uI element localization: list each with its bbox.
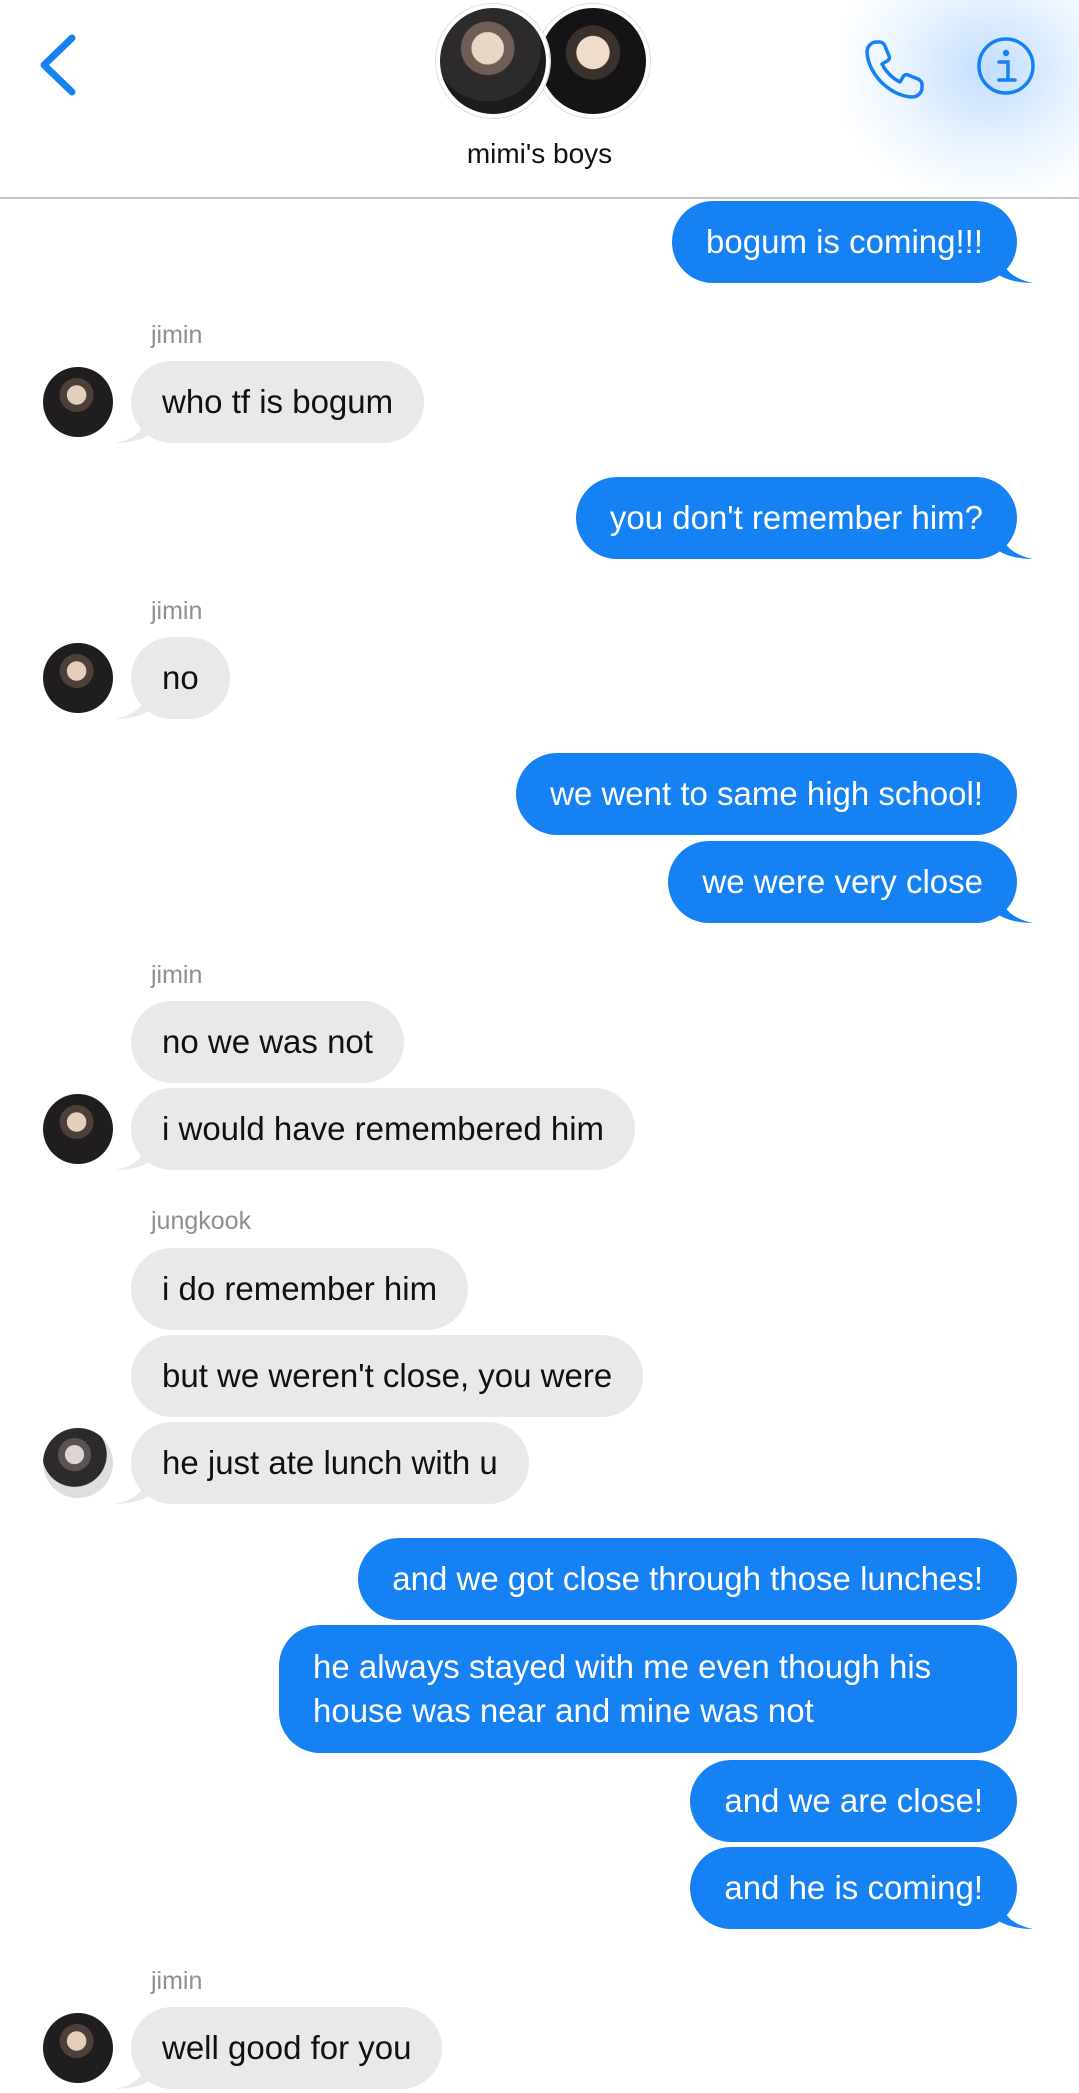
bubble-tail: [115, 409, 149, 443]
sender-avatar[interactable]: [43, 2013, 113, 2083]
group-avatar[interactable]: [436, 2, 650, 118]
sent-message-bubble[interactable]: and he is coming!: [690, 1847, 1017, 1929]
info-button[interactable]: [976, 36, 1036, 96]
bubble-tail: [999, 249, 1033, 283]
bubble-tail: [999, 1895, 1033, 1929]
sent-message-bubble[interactable]: bogum is coming!!!: [672, 201, 1017, 283]
received-message-bubble[interactable]: well good for you: [131, 2007, 443, 2089]
conversation-header: mimi's boys: [0, 0, 1079, 199]
call-button[interactable]: [862, 34, 930, 102]
received-message-bubble[interactable]: i do remember him: [131, 1248, 469, 1330]
bubble-tail: [999, 525, 1033, 559]
sender-avatar[interactable]: [43, 367, 113, 437]
sent-message-bubble[interactable]: and we are close!: [690, 1760, 1017, 1842]
sender-avatar[interactable]: [43, 1094, 113, 1164]
group-name[interactable]: mimi's boys: [0, 138, 1079, 170]
sent-message-bubble[interactable]: you don't remember him?: [575, 477, 1017, 559]
bubble-tail: [115, 685, 149, 719]
bubble-tail: [115, 2055, 149, 2089]
sender-avatar[interactable]: [43, 1428, 113, 1498]
info-icon: [977, 37, 1035, 95]
sent-message-bubble[interactable]: we were very close: [668, 841, 1017, 923]
bubble-tail: [115, 1136, 149, 1170]
received-message-bubble[interactable]: but we weren't close, you were: [131, 1335, 644, 1417]
sender-label: jimin: [151, 597, 203, 625]
sender-label: jungkook: [151, 1207, 252, 1235]
sent-message-bubble[interactable]: he always stayed with me even though his…: [279, 1625, 1017, 1753]
received-message-bubble[interactable]: who tf is bogum: [131, 361, 425, 443]
received-message-bubble[interactable]: i would have remembered him: [131, 1088, 636, 1170]
member-avatar-2: [536, 4, 650, 118]
sender-label: jimin: [151, 1967, 203, 1995]
sent-message-bubble[interactable]: we went to same high school!: [516, 753, 1017, 835]
chevron-left-icon: [40, 34, 76, 96]
phone-icon: [865, 40, 924, 99]
bubble-tail: [999, 889, 1033, 923]
received-message-bubble[interactable]: no we was not: [131, 1001, 404, 1083]
sent-message-bubble[interactable]: and we got close through those lunches!: [358, 1538, 1017, 1620]
bubble-tail: [115, 1470, 149, 1504]
sender-avatar[interactable]: [43, 643, 113, 713]
sender-label: jimin: [151, 321, 203, 349]
back-button[interactable]: [34, 30, 84, 100]
sender-label: jimin: [151, 961, 203, 989]
member-avatar-1: [436, 4, 550, 118]
received-message-bubble[interactable]: he just ate lunch with u: [131, 1422, 529, 1504]
